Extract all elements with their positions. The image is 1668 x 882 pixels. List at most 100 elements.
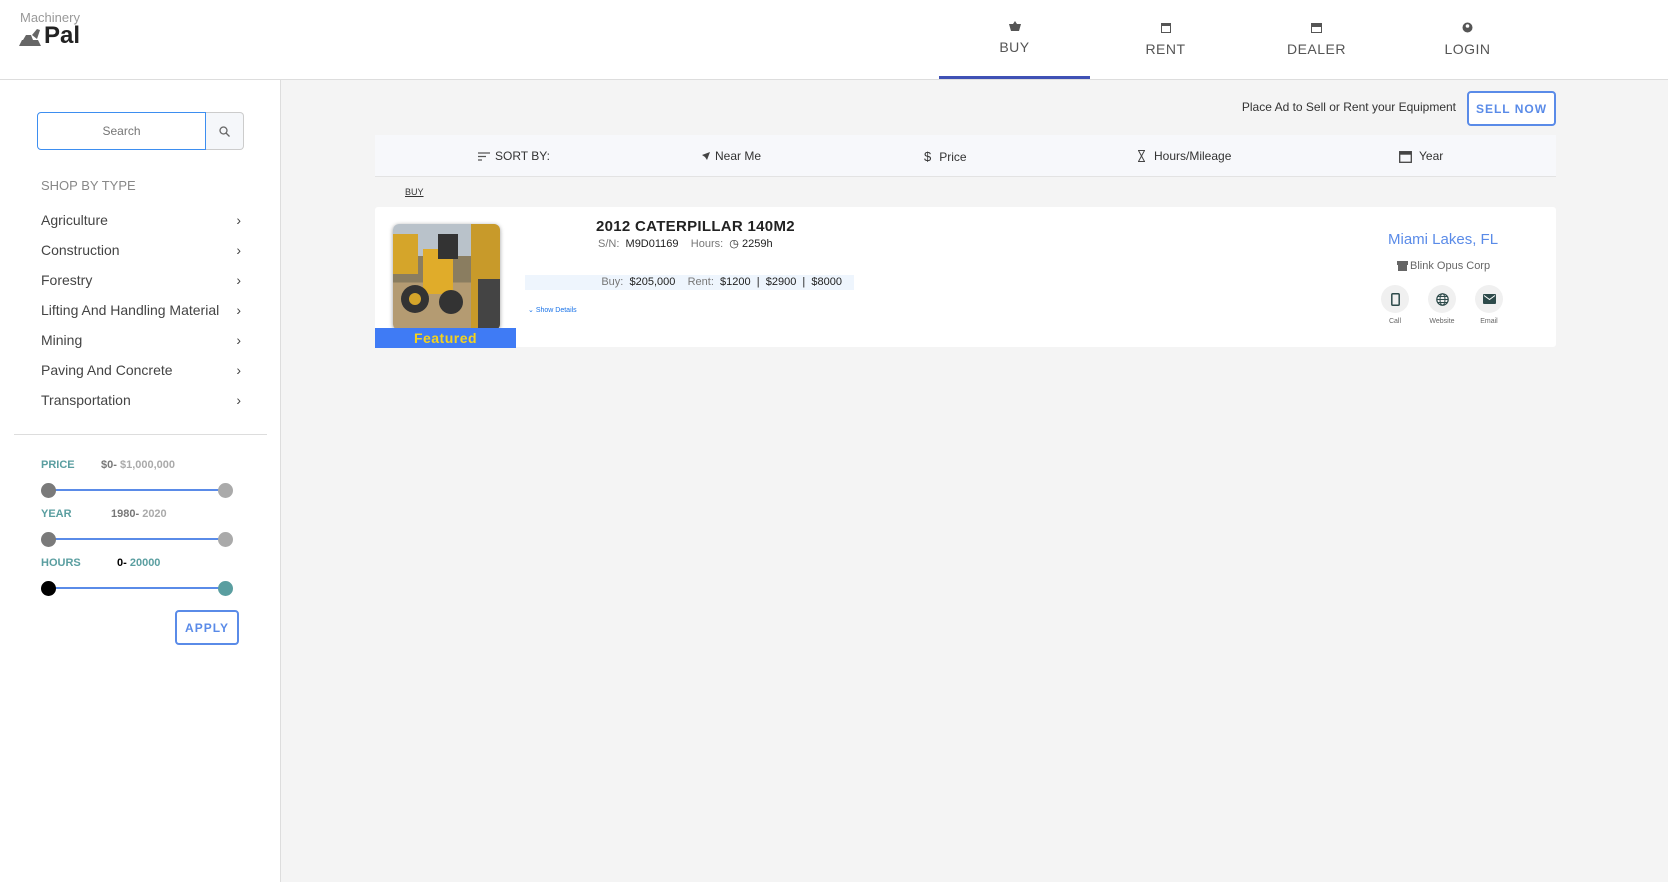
dealer-label: Blink Opus Corp <box>1410 260 1491 272</box>
main-content: Place Ad to Sell or Rent your Equipment … <box>281 80 1668 882</box>
listing-title[interactable]: 2012 CATERPILLAR 140M2 <box>596 218 795 235</box>
search-input[interactable] <box>37 112 206 150</box>
store-icon <box>1311 22 1322 33</box>
divider <box>14 434 267 435</box>
tab-label: BUY <box>999 39 1030 55</box>
year-filter: YEAR 1980- 2020 <box>41 504 241 547</box>
type-item-agriculture[interactable]: Agriculture › <box>41 205 241 235</box>
clock-icon: ◷ <box>729 238 739 250</box>
type-label: Paving And Concrete <box>41 362 173 378</box>
sort-label-text: SORT BY: <box>495 149 550 163</box>
type-label: Transportation <box>41 392 131 408</box>
hours-label: HOURS <box>41 557 81 569</box>
top-nav: BUY RENT DEALER LOGIN <box>939 0 1543 79</box>
price-min: $0- <box>101 459 117 471</box>
sort-hours[interactable]: Hours/Mileage <box>1137 149 1231 163</box>
slider-max-handle[interactable] <box>218 483 233 498</box>
place-ad-text: Place Ad to Sell or Rent your Equipment <box>1241 100 1456 114</box>
sort-year[interactable]: Year <box>1399 149 1443 163</box>
type-item-forestry[interactable]: Forestry › <box>41 265 241 295</box>
show-details-link[interactable]: ⌄ Show Details <box>528 306 577 314</box>
header: Machinery Pal BUY RENT DEALER LOGIN <box>0 0 1668 80</box>
chevron-right-icon: › <box>236 392 241 408</box>
shop-by-type-heading: SHOP BY TYPE <box>41 178 136 193</box>
sort-option-label: Near Me <box>715 149 762 163</box>
website-button[interactable]: Website <box>1428 285 1456 325</box>
sidebar: SHOP BY TYPE Agriculture › Construction › … <box>0 80 281 882</box>
price-row: Buy: $205,000 Rent: $1200 | $2900 | $800… <box>525 275 854 290</box>
listing-specs: S/N: M9D01169 Hours: ◷ 2259h <box>598 237 773 250</box>
breadcrumb[interactable]: BUY <box>405 187 424 197</box>
type-item-construction[interactable]: Construction › <box>41 235 241 265</box>
slider-min-handle[interactable] <box>41 483 56 498</box>
chevron-right-icon: › <box>236 272 241 288</box>
slider-max-handle[interactable] <box>218 581 233 596</box>
chevron-right-icon: › <box>236 242 241 258</box>
email-button[interactable]: Email <box>1475 285 1503 325</box>
rent-label: Rent: <box>687 276 714 288</box>
tab-label: LOGIN <box>1444 41 1491 57</box>
chevron-right-icon: › <box>236 212 241 228</box>
type-item-paving[interactable]: Paving And Concrete › <box>41 355 241 385</box>
listing-location[interactable]: Miami Lakes, FL <box>1388 231 1498 248</box>
slider-max-handle[interactable] <box>218 532 233 547</box>
sell-now-button[interactable]: SELL NOW <box>1467 91 1556 126</box>
listing-photo[interactable] <box>393 224 500 330</box>
call-button[interactable]: Call <box>1381 285 1409 325</box>
excavator-icon <box>19 29 41 46</box>
type-item-mining[interactable]: Mining › <box>41 325 241 355</box>
type-label: Forestry <box>41 272 93 288</box>
search-button[interactable] <box>206 112 244 150</box>
dealer-name[interactable]: Blink Opus Corp <box>1397 260 1490 272</box>
sn-label: S/N: <box>598 238 620 250</box>
dollar-icon: $ <box>924 149 932 164</box>
year-slider[interactable] <box>41 532 233 547</box>
price-label: PRICE <box>41 459 75 471</box>
price-max: $1,000,000 <box>116 459 176 471</box>
hourglass-icon <box>1138 150 1145 162</box>
tab-dealer[interactable]: DEALER <box>1241 0 1392 79</box>
chevron-down-icon: ⌄ <box>528 307 534 314</box>
buy-price: $205,000 <box>629 276 676 288</box>
logo-main: Pal <box>44 22 81 49</box>
listing-card[interactable]: Featured 2012 CATERPILLAR 140M2 S/N: M9D… <box>375 207 1556 348</box>
hours-value: 2259h <box>741 238 773 250</box>
sort-near-me[interactable]: Near Me <box>702 149 761 163</box>
type-item-transportation[interactable]: Transportation › <box>41 385 241 415</box>
rent-price-2: $2900 <box>765 276 797 288</box>
sort-option-label: Year <box>1419 149 1444 163</box>
logo[interactable]: Machinery Pal <box>18 10 81 49</box>
store-icon <box>1397 261 1408 271</box>
apply-button[interactable]: APPLY <box>175 610 239 645</box>
slider-min-handle[interactable] <box>41 532 56 547</box>
price-slider[interactable] <box>41 483 233 498</box>
hours-slider[interactable] <box>41 581 233 596</box>
tab-rent[interactable]: RENT <box>1090 0 1241 79</box>
type-label: Lifting And Handling Material <box>41 302 220 318</box>
type-item-lifting[interactable]: Lifting And Handling Material › <box>41 295 241 325</box>
type-label: Construction <box>41 242 120 258</box>
sort-price[interactable]: $ Price <box>924 149 967 164</box>
featured-badge: Featured <box>375 328 516 348</box>
sort-option-label: Price <box>939 149 967 164</box>
tab-login[interactable]: LOGIN <box>1392 0 1543 79</box>
chevron-right-icon: › <box>236 302 241 318</box>
website-label: Website <box>1429 318 1455 325</box>
type-label: Mining <box>41 332 83 348</box>
search-icon <box>219 125 230 137</box>
basket-icon <box>1008 21 1021 31</box>
navigation-icon <box>702 152 710 160</box>
chevron-right-icon: › <box>236 332 241 348</box>
tab-label: DEALER <box>1286 40 1347 57</box>
sort-option-label: Hours/Mileage <box>1154 149 1232 163</box>
slider-min-handle[interactable] <box>41 581 56 596</box>
rent-price-3: $8000 <box>811 276 842 288</box>
hours-label: Hours: <box>690 238 724 250</box>
tab-buy[interactable]: BUY <box>939 0 1090 79</box>
type-label: Agriculture <box>41 212 108 228</box>
phone-icon <box>1390 292 1400 306</box>
hours-max: 20000 <box>126 557 161 569</box>
chevron-right-icon: › <box>236 362 241 378</box>
show-details-label: Show Details <box>535 307 577 314</box>
type-list: Agriculture › Construction › Forestry › Lif… <box>41 205 241 415</box>
